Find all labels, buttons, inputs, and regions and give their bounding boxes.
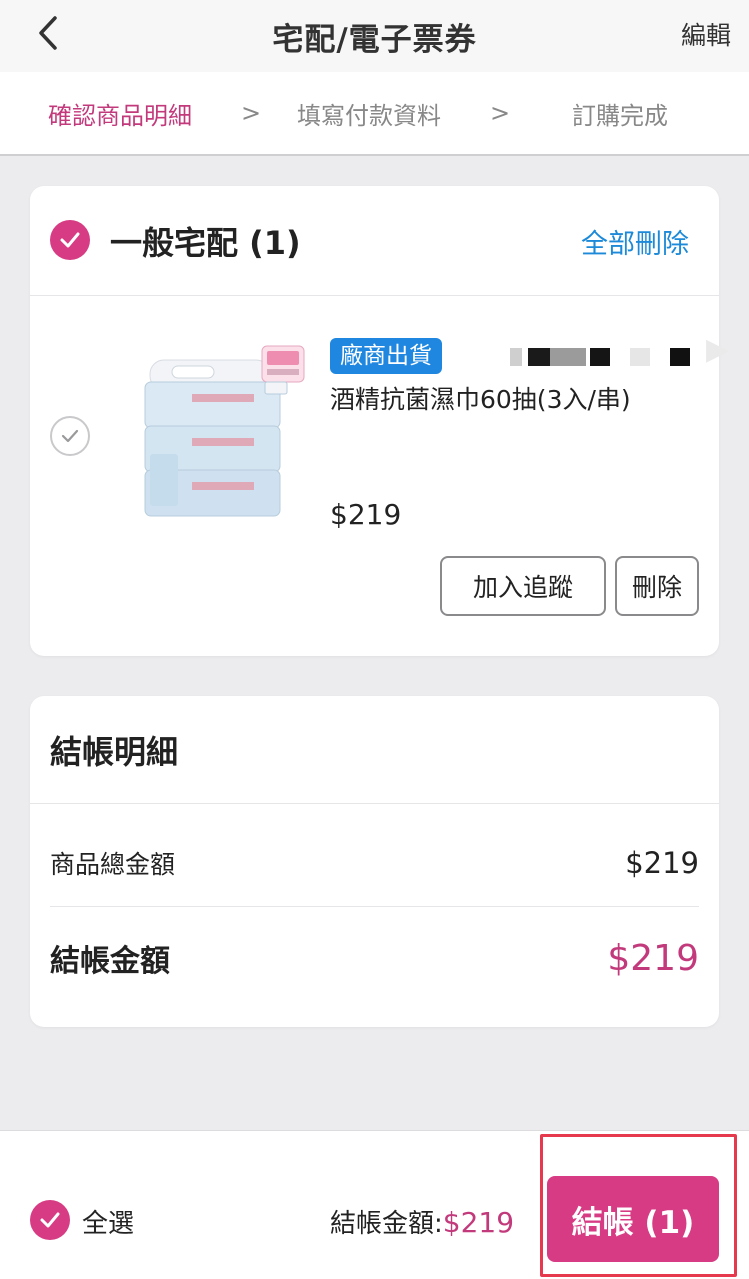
bottom-total-label: 結帳金額:: [330, 1209, 443, 1239]
select-all-checkbox[interactable]: [30, 1200, 70, 1240]
divider: [50, 906, 699, 907]
chevron-left-icon: [39, 16, 57, 50]
subtotal-value: $219: [625, 846, 699, 880]
vendor-shipping-badge: 廠商出貨: [330, 338, 442, 374]
select-all-label[interactable]: 全選: [82, 1203, 134, 1240]
delete-all-button[interactable]: 全部刪除: [581, 222, 689, 261]
step-confirm-items: 確認商品明細: [48, 101, 192, 130]
step-separator: >: [241, 99, 262, 127]
group-select-checkbox[interactable]: [50, 220, 90, 260]
redacted-text: [590, 348, 610, 366]
edit-button[interactable]: 編輯: [681, 16, 731, 52]
checkout-button[interactable]: 結帳 (1): [547, 1176, 719, 1262]
redacted-text: [528, 348, 550, 366]
bottom-total: 結帳金額:$219: [330, 1203, 514, 1240]
step-separator: >: [490, 99, 511, 127]
product-price: $219: [330, 498, 402, 531]
product-image[interactable]: [110, 336, 310, 536]
step-order-complete: 訂購完成: [572, 101, 668, 130]
bottom-total-value: $219: [442, 1206, 515, 1239]
checkmark-icon: [61, 429, 79, 443]
bottom-checkout-bar: 全選 結帳金額:$219 結帳 (1): [0, 1130, 749, 1279]
top-bar: 宅配/電子票券 編輯: [0, 0, 749, 72]
page-title: 宅配/電子票券: [272, 21, 477, 58]
checkmark-icon: [40, 1212, 60, 1228]
redacted-text: [510, 348, 522, 366]
step-payment-info: 填寫付款資料: [297, 101, 441, 130]
back-button[interactable]: [28, 12, 68, 54]
product-name[interactable]: 酒精抗菌濕巾60抽(3入/串): [330, 380, 631, 416]
redacted-text: [630, 348, 650, 366]
scroll-arrow-icon: ▶: [706, 332, 730, 367]
summary-title: 結帳明細: [30, 696, 719, 804]
delete-item-button[interactable]: 刪除: [615, 556, 699, 616]
add-to-wishlist-button[interactable]: 加入追蹤: [440, 556, 606, 616]
total-row: 結帳金額 $219: [50, 930, 699, 986]
cart-group-card: 一般宅配 (1) 全部刪除 廠商出貨 ▶ 酒精抗菌濕巾60抽(3入/串) $21…: [30, 186, 729, 656]
total-value: $219: [607, 937, 699, 979]
checkout-summary-card: 結帳明細 商品總金額 $219 結帳金額 $219: [30, 696, 719, 1027]
item-select-checkbox[interactable]: [50, 416, 90, 456]
subtotal-label: 商品總金額: [50, 850, 176, 879]
redacted-text: [670, 348, 690, 366]
group-title: 一般宅配 (1): [110, 224, 301, 262]
redacted-text: [550, 348, 586, 366]
checkout-steps: 確認商品明細 > 填寫付款資料 > 訂購完成: [0, 72, 749, 156]
checkmark-icon: [60, 232, 80, 248]
total-label: 結帳金額: [50, 944, 170, 979]
cart-group-header: 一般宅配 (1) 全部刪除: [30, 186, 719, 296]
subtotal-row: 商品總金額 $219: [50, 838, 699, 888]
